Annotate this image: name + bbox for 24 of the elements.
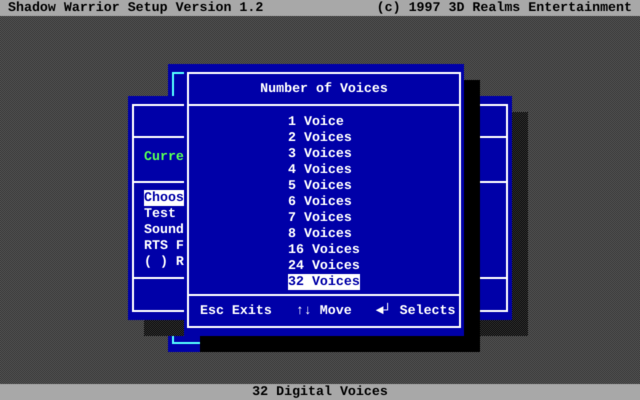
menu-item[interactable]: RTS F <box>144 238 184 254</box>
menu-item[interactable]: ( ) R <box>144 254 184 270</box>
voice-option[interactable]: 1 Voice <box>288 114 344 130</box>
voice-option[interactable]: 4 Voices <box>288 162 352 178</box>
voice-option[interactable]: 8 Voices <box>288 226 352 242</box>
menu-item[interactable]: Sound <box>144 222 184 238</box>
voice-option[interactable]: 32 Voices <box>288 274 360 290</box>
status-text: Curre <box>144 149 184 164</box>
key-hint: ◄┘ Selects <box>376 303 456 319</box>
key-hint: Esc Exits <box>200 303 272 319</box>
voice-option[interactable]: 3 Voices <box>288 146 352 162</box>
dialog-title: Number of Voices <box>260 81 388 97</box>
voice-option[interactable]: 5 Voices <box>288 178 352 194</box>
app-title: Shadow Warrior Setup Version 1.2 <box>8 0 264 16</box>
key-hint: ↑↓ Move <box>296 303 352 319</box>
voice-option[interactable]: 16 Voices <box>288 242 360 258</box>
menu-item[interactable]: Choos <box>144 190 184 206</box>
voice-option[interactable]: 24 Voices <box>288 258 360 274</box>
voice-option[interactable]: 2 Voices <box>288 130 352 146</box>
voice-option[interactable]: 7 Voices <box>288 210 352 226</box>
copyright-text: (c) 1997 3D Realms Entertainment <box>376 0 632 16</box>
voice-option[interactable]: 6 Voices <box>288 194 352 210</box>
menu-item[interactable]: Test <box>144 206 176 222</box>
status-text: 32 Digital Voices <box>252 384 388 400</box>
